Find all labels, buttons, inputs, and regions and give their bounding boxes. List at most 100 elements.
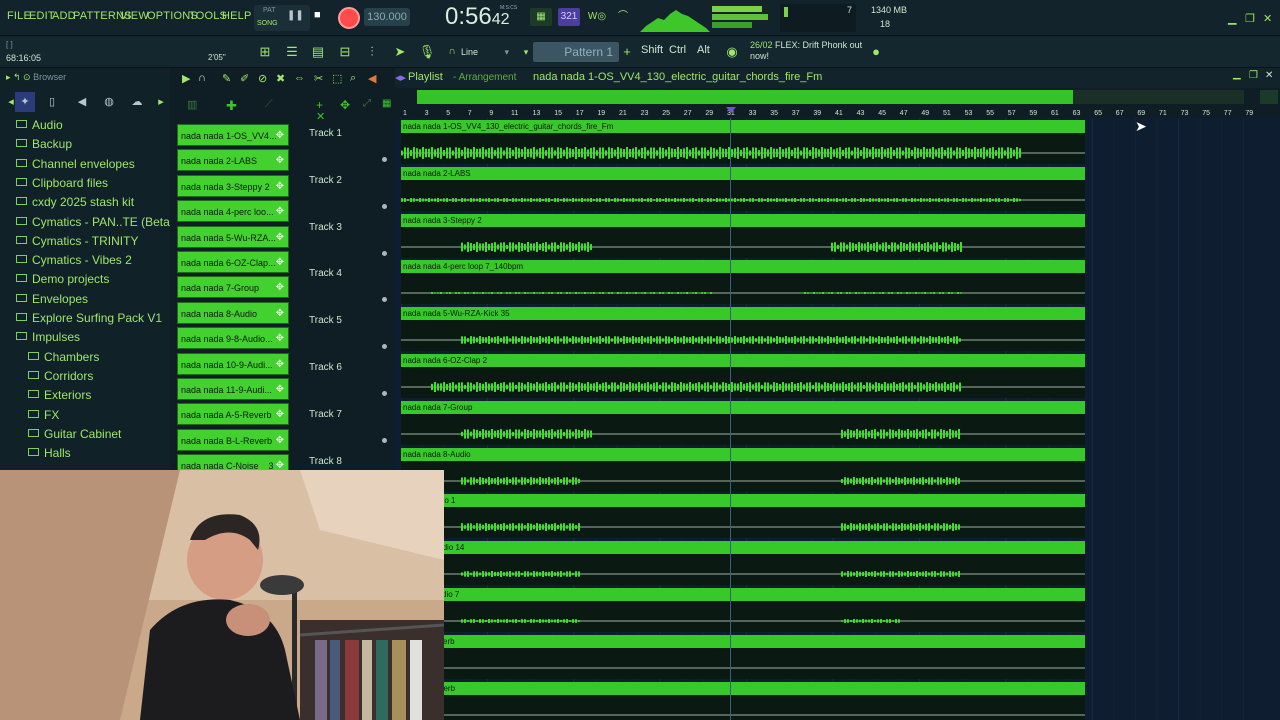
browser-item[interactable]: Guitar Cabinet — [28, 425, 121, 443]
channel-button[interactable]: nada nada 7-Group ✥ — [177, 276, 289, 299]
track-label[interactable]: Track 8 — [309, 456, 342, 467]
channel-rack-icon[interactable]: ☰ — [282, 42, 302, 62]
drag-handle-icon[interactable]: ✥ — [276, 201, 284, 221]
alt-button[interactable]: Alt — [697, 44, 710, 56]
track-mute-dot[interactable] — [382, 437, 387, 443]
stop-button[interactable]: ■ — [314, 9, 328, 23]
arrow-right-icon[interactable]: ▸ — [151, 92, 171, 112]
browser-item[interactable]: Demo projects — [16, 270, 109, 288]
speaker-icon[interactable]: ◀ — [72, 92, 92, 112]
magnet-icon[interactable]: ∩ — [198, 72, 206, 84]
clip-header[interactable]: nada nada 4-perc loop 7_140bpm — [401, 260, 1085, 274]
close-icon[interactable]: ✕ — [1263, 12, 1272, 25]
speaker-icon[interactable]: ◀ — [368, 72, 376, 85]
song-overview[interactable] — [417, 90, 1244, 104]
browser-item[interactable]: Backup — [16, 135, 72, 153]
track-mute-dot[interactable] — [382, 250, 387, 256]
file-icon[interactable]: ▯ — [42, 92, 62, 112]
track-label[interactable]: Track 1 — [309, 128, 342, 139]
track-label[interactable]: Track 6 — [309, 362, 342, 373]
channel-button[interactable]: nada nada 6-OZ-Clap... ✥ — [177, 251, 289, 273]
clip-header[interactable]: da 9-8-Audio 1 — [401, 494, 1085, 508]
browser-item[interactable]: Chambers — [28, 348, 99, 366]
playlist-minimize-icon[interactable]: ▁ — [1233, 69, 1241, 80]
clip-header[interactable]: nada nada 8-Audio — [401, 447, 1085, 461]
browser-item[interactable]: Cymatics - TRINITY — [16, 232, 138, 250]
restore-icon[interactable]: ❐ — [1245, 12, 1255, 25]
drag-handle-icon[interactable]: ✥ — [276, 303, 284, 323]
browser-arrow-icon[interactable]: ▸ ↰ ⊙ — [6, 72, 33, 82]
audio-clip[interactable]: da 9-8-Audio 1 — [401, 494, 1085, 539]
minimize-icon[interactable]: ▁ — [1228, 12, 1236, 25]
channel-button[interactable]: nada nada 2-LABS ✥ — [177, 149, 289, 172]
track-mute-dot[interactable] — [382, 297, 387, 303]
channel-button[interactable]: nada nada 11-9-Audi... ✥ — [177, 378, 289, 400]
zoom-icon[interactable]: ⌕ — [350, 72, 356, 85]
channel-button[interactable]: nada nada 1-OS_VV4... ✥ — [177, 124, 289, 146]
plugin-db-icon[interactable]: ◍ — [99, 92, 119, 112]
channel-button[interactable]: nada nada 3-Steppy 2 ✥ — [177, 174, 289, 197]
audio-clip[interactable]: nada nada 4-perc loop 7_140bpm — [401, 260, 1085, 305]
clip-header[interactable]: nada nada 7-Group — [401, 400, 1085, 414]
microphone-icon[interactable]: 🎙 — [417, 42, 437, 62]
audio-clip[interactable]: da 10-9-Audio 14 — [401, 541, 1085, 586]
channel-button[interactable]: nada nada 5-Wu-RZA... ✥ — [177, 225, 289, 248]
arrow-right-icon[interactable]: ➤ — [390, 42, 410, 62]
pause-button[interactable]: ❚❚ — [287, 10, 304, 24]
audio-clip[interactable]: da 11-9-Audio 7 — [401, 588, 1085, 632]
typing-keyboard-icon[interactable]: ▦ — [530, 8, 552, 26]
cloud-icon[interactable]: ☁ — [127, 92, 147, 112]
grid-icon[interactable]: ▥ — [187, 98, 197, 111]
select-icon[interactable]: ⬚ — [332, 72, 342, 85]
browser-item[interactable]: Exteriors — [28, 386, 91, 404]
clip-header[interactable]: nada nada 5-Wu-RZA-Kick 35 — [401, 307, 1085, 321]
drag-handle-icon[interactable]: ✥ — [276, 252, 284, 272]
plugin-icon[interactable]: ⫶ — [362, 42, 382, 62]
channel-button[interactable]: nada nada 9-8-Audio... ✥ — [177, 327, 289, 350]
drag-handle-icon[interactable]: ✥ — [276, 328, 284, 348]
playlist-song-name[interactable]: nada nada 1-OS_VV4_130_electric_guitar_c… — [533, 71, 822, 83]
channel-button[interactable]: nada nada B-L-Reverb ✥ — [177, 428, 289, 451]
track-mute-dot[interactable] — [382, 203, 387, 209]
drag-handle-icon[interactable]: ✥ — [276, 354, 284, 374]
drag-handle-icon[interactable]: ✥ — [276, 176, 284, 196]
channel-button[interactable]: nada nada 8-Audio ✥ — [177, 301, 289, 324]
record-button[interactable] — [338, 7, 360, 29]
browser-item[interactable]: Envelopes — [16, 290, 88, 308]
audio-clip[interactable]: nada nada 2-LABS — [401, 166, 1085, 211]
clip-header[interactable]: da 11-9-Audio 7 — [401, 588, 1085, 601]
pencil-icon[interactable]: ✎ — [222, 72, 231, 85]
clip-header[interactable]: nada nada 3-Steppy 2 — [401, 213, 1085, 227]
audio-clip[interactable]: nada nada 7-Group — [401, 400, 1085, 445]
browser-item[interactable]: Impulses — [16, 328, 80, 346]
piano-roll-icon[interactable]: ▤ — [308, 42, 328, 62]
brush-icon[interactable]: ✐ — [240, 72, 249, 85]
move-icon[interactable]: ✥ — [340, 98, 350, 112]
loop-record-icon[interactable]: ⌒ — [612, 8, 634, 26]
track-mute-dot[interactable] — [382, 391, 387, 396]
audio-clip[interactable]: nada nada 6-OZ-Clap 2 — [401, 354, 1085, 398]
shift-button[interactable]: Shift — [641, 44, 663, 56]
audio-clip[interactable]: nada nada 5-Wu-RZA-Kick 35 — [401, 307, 1085, 352]
browser-item[interactable]: FX — [28, 406, 59, 424]
menu-help[interactable]: HELP — [222, 10, 252, 22]
audio-clip[interactable]: nada nada 1-OS_VV4_130_electric_guitar_c… — [401, 120, 1085, 164]
menu-view[interactable]: VIEW — [120, 10, 149, 22]
news-panel[interactable]: 26/02 FLEX: Drift Phonk out now! — [750, 40, 880, 62]
news-icon[interactable]: ◉ — [722, 42, 742, 62]
playlist-close-icon[interactable]: ✕ — [1265, 70, 1273, 81]
drag-handle-icon[interactable]: ✥ — [276, 379, 284, 399]
audio-clip[interactable]: da A-5-Reverb — [401, 634, 1085, 679]
clip-header[interactable]: nada nada 6-OZ-Clap 2 — [401, 354, 1085, 367]
tempo-display[interactable]: 130.000 — [364, 8, 410, 26]
countdown-icon[interactable]: 321 — [558, 8, 580, 26]
all-files-icon[interactable]: ✦ — [15, 92, 35, 112]
menu-arrow-icon[interactable]: ▶ — [182, 72, 190, 85]
delete-icon[interactable]: ⊘ — [258, 72, 267, 85]
snap-select[interactable]: Line ▾ — [457, 44, 513, 60]
drag-handle-icon[interactable]: ✥ — [276, 125, 284, 145]
globe-icon[interactable]: ● — [866, 42, 886, 62]
track-label[interactable]: Track 7 — [309, 409, 342, 420]
drag-handle-icon[interactable]: ✥ — [276, 227, 284, 247]
menu-file[interactable]: FILE — [7, 10, 31, 22]
